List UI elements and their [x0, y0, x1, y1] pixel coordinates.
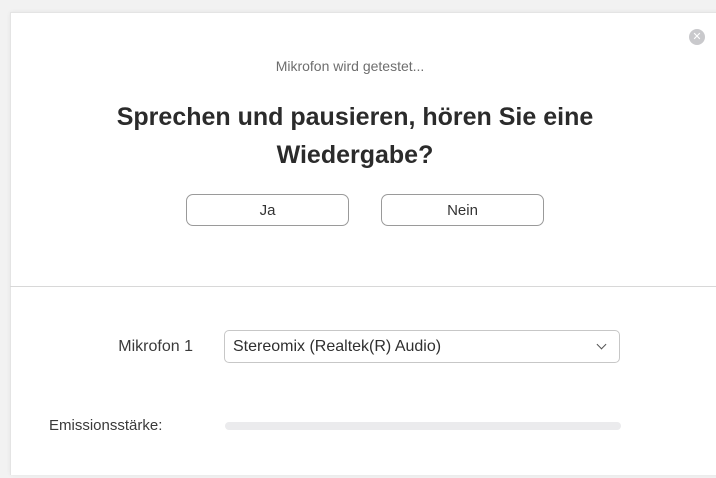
test-question-heading: Sprechen und pausieren, hören Sie eine W…: [116, 103, 594, 169]
window-background: ✕ Mikrofon wird getestet... Sprechen und…: [0, 0, 716, 478]
close-icon[interactable]: ✕: [689, 29, 705, 45]
no-button[interactable]: Nein: [381, 194, 544, 226]
output-level-label: Emissionsstärke:: [49, 417, 163, 434]
microphone-selected-value: Stereomix (Realtek(R) Audio): [233, 338, 442, 355]
microphone-label: Mikrofon 1: [118, 338, 193, 355]
microphone-select[interactable]: Stereomix (Realtek(R) Audio): [224, 330, 620, 363]
output-level-meter: [225, 422, 621, 430]
status-subtitle: Mikrofon wird getestet...: [275, 58, 425, 74]
section-divider: [10, 286, 716, 287]
audio-test-dialog: [10, 12, 716, 475]
yes-button[interactable]: Ja: [186, 194, 349, 226]
chevron-down-icon: [596, 339, 607, 350]
